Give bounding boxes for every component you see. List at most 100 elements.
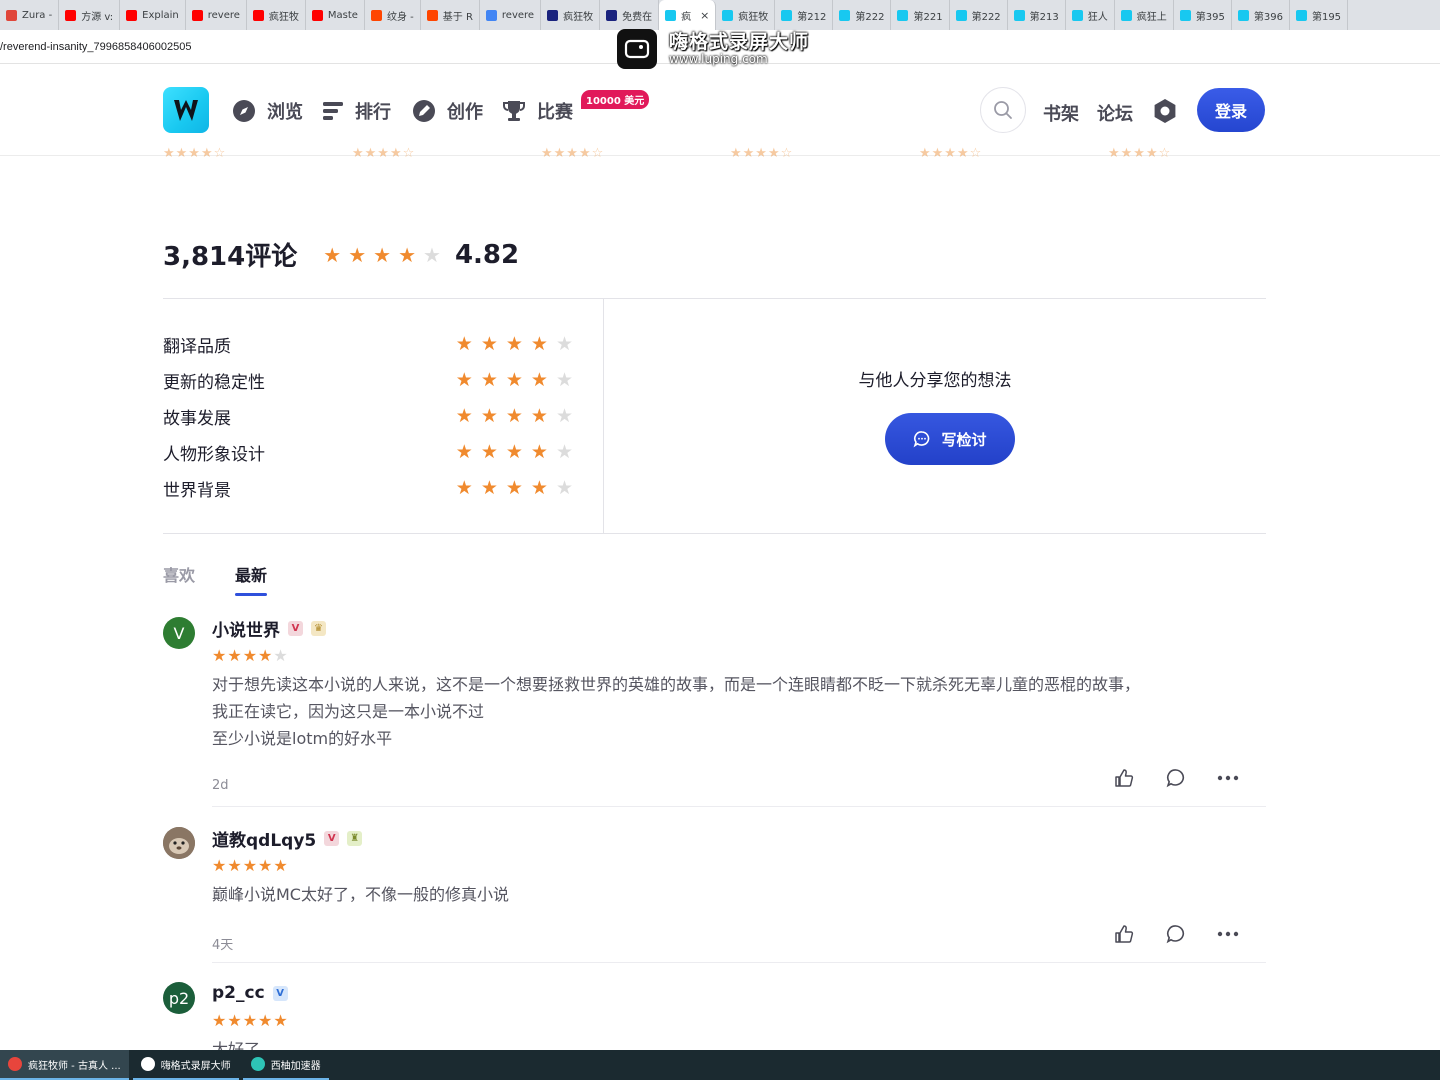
- star-filled-icon: ★: [258, 1011, 273, 1030]
- reply-button[interactable]: [1150, 768, 1202, 788]
- star-filled-icon: ★: [455, 405, 473, 427]
- browser-tab-label: revere: [207, 9, 240, 21]
- star-filled-icon: ★: [227, 646, 242, 665]
- partial-star-group: ★★★★☆: [1108, 146, 1172, 161]
- browser-tab[interactable]: 方源 v:: [59, 0, 121, 30]
- browser-tab[interactable]: 狂人: [1066, 0, 1115, 30]
- avatar[interactable]: V: [163, 617, 195, 649]
- avatar[interactable]: [163, 827, 195, 859]
- comment-icon: [1166, 769, 1185, 788]
- review-author-name[interactable]: p2_cc: [212, 983, 265, 1003]
- browser-tab[interactable]: 疯狂牧: [247, 0, 306, 30]
- compass-icon: [233, 100, 255, 122]
- reply-button[interactable]: [1150, 924, 1202, 944]
- taskbar-item[interactable]: 嗨格式录屏大师: [132, 1050, 239, 1080]
- login-button[interactable]: 登录: [1197, 88, 1265, 132]
- browser-tab[interactable]: 疯狂牧: [541, 0, 601, 30]
- bookshelf-link[interactable]: 书架: [1043, 100, 1079, 126]
- star-filled-icon: ★: [530, 369, 548, 391]
- nav-ranking-label: 排行: [355, 102, 391, 123]
- nav-create[interactable]: 创作: [411, 98, 483, 124]
- taskbar-item[interactable]: 西柚加速器: [242, 1050, 329, 1080]
- rating-stars: ★ ★ ★ ★ ★: [456, 405, 573, 427]
- url-text[interactable]: /reverend-insanity_7996858406002505: [0, 41, 191, 53]
- star-filled-icon: ★: [212, 646, 227, 665]
- nav-contest[interactable]: 比赛: [501, 98, 573, 124]
- review-text-line: 对于想先读这本小说的人来说，这不是一个想要拯救世界的英雄的故事，而是一个连眼睛都…: [212, 675, 1141, 694]
- star-filled-icon: ★: [323, 242, 342, 267]
- review-text: 巅峰小说MC太好了，不像一般的修真小说: [212, 881, 1266, 908]
- browser-tab[interactable]: 免费在: [600, 0, 660, 30]
- browser-tab-label: 疯狂上: [1136, 11, 1167, 23]
- tab-latest[interactable]: 最新: [235, 562, 268, 596]
- browser-tab[interactable]: 第221: [891, 0, 950, 30]
- settings-icon[interactable]: [1152, 98, 1178, 124]
- browser-tab[interactable]: Maste: [306, 0, 365, 30]
- browser-tab-label: 疯狂牧: [738, 11, 769, 23]
- search-button[interactable]: [980, 87, 1026, 133]
- taskbar-item[interactable]: 疯狂牧师 - 古真人 ...: [0, 1050, 129, 1080]
- tab-likes[interactable]: 喜欢: [163, 562, 195, 594]
- browser-tab-label: 纹身 -: [386, 11, 414, 23]
- tab-favicon-icon: [665, 9, 677, 21]
- nav-browse-label: 浏览: [267, 102, 303, 123]
- close-tab-icon[interactable]: ×: [700, 9, 709, 22]
- more-options-button[interactable]: [1202, 931, 1254, 937]
- review-author-name[interactable]: 道教qdLqy5: [212, 826, 316, 851]
- rating-label: 世界背景: [163, 480, 231, 501]
- browser-tab[interactable]: 第396: [1232, 0, 1290, 30]
- tab-favicon-icon: [370, 9, 382, 21]
- star-filled-icon: ★: [258, 856, 273, 875]
- watermark-subtitle: www.luping.com: [669, 51, 768, 66]
- site-logo[interactable]: [163, 87, 209, 133]
- average-score: 4.82: [454, 239, 520, 270]
- camera-icon: [617, 29, 657, 69]
- write-review-button[interactable]: 写检讨: [885, 413, 1015, 465]
- review-text-line: 至少小说是lotm的好水平: [212, 729, 393, 748]
- tab-favicon-icon: [252, 9, 264, 21]
- like-button[interactable]: [1098, 768, 1150, 788]
- nav-browse[interactable]: 浏览: [231, 98, 303, 124]
- browser-tab[interactable]: 第395: [1174, 0, 1232, 30]
- browser-tab[interactable]: 基于 R: [421, 0, 480, 30]
- browser-tab[interactable]: 纹身 -: [365, 0, 421, 30]
- write-review-label: 写检讨: [941, 430, 987, 449]
- tab-favicon-icon: [126, 9, 138, 21]
- tab-favicon-icon: [1179, 9, 1191, 21]
- review-actions: [1098, 924, 1254, 944]
- browser-tab[interactable]: 第222: [833, 0, 892, 30]
- like-button[interactable]: [1098, 924, 1150, 944]
- thumbs-up-icon: [1115, 925, 1134, 943]
- browser-tab-label: 免费在: [622, 11, 653, 23]
- browser-tab[interactable]: 第222: [950, 0, 1008, 30]
- browser-tab[interactable]: 疯狂牧: [716, 0, 776, 30]
- logo-w-icon: [174, 100, 198, 121]
- browser-tab[interactable]: 第212: [775, 0, 834, 30]
- nav-contest-label: 比赛: [537, 102, 573, 123]
- tab-favicon-icon: [1295, 9, 1307, 21]
- browser-tab[interactable]: 第195: [1290, 0, 1349, 30]
- breakdown-divider: [163, 533, 1266, 534]
- browser-tab[interactable]: 疯 ×: [659, 0, 717, 30]
- browser-tab[interactable]: Zura -: [0, 0, 60, 30]
- browser-tab[interactable]: 第213: [1008, 0, 1066, 30]
- recorder-watermark: 嗨格式录屏大师 www.luping.com: [617, 29, 809, 69]
- browser-tab-label: 第222: [971, 11, 1001, 23]
- user-photo-icon: [163, 827, 195, 859]
- nav-ranking[interactable]: 排行: [321, 98, 391, 124]
- review-author-name[interactable]: 小说世界: [212, 616, 280, 641]
- forum-link[interactable]: 论坛: [1097, 100, 1133, 126]
- browser-tab[interactable]: 疯狂上: [1115, 0, 1174, 30]
- rating-breakdown: 翻译品质 ★ ★ ★ ★ ★ 更新的稳定性 ★ ★ ★ ★ ★ 故事发展 ★ ★ ★ ★ ★ 人物形象设计 ★ ★ ★ ★ ★…: [163, 326, 573, 506]
- site-header: 浏览 排行 创作 比赛 10000 美元 书架 论坛 登录: [0, 66, 1440, 156]
- star-filled-icon: ★: [227, 1011, 242, 1030]
- browser-tab[interactable]: revere: [480, 0, 542, 30]
- browser-tab[interactable]: Explain: [120, 0, 186, 30]
- more-options-button[interactable]: [1202, 775, 1254, 781]
- star-filled-icon: ★: [480, 405, 498, 427]
- browser-tab[interactable]: revere: [186, 0, 247, 30]
- star-filled-icon: ★: [505, 441, 523, 463]
- avatar[interactable]: p2: [163, 982, 195, 1014]
- taskbar-app-icon: [250, 1057, 265, 1071]
- star-empty-icon: ★: [555, 441, 573, 463]
